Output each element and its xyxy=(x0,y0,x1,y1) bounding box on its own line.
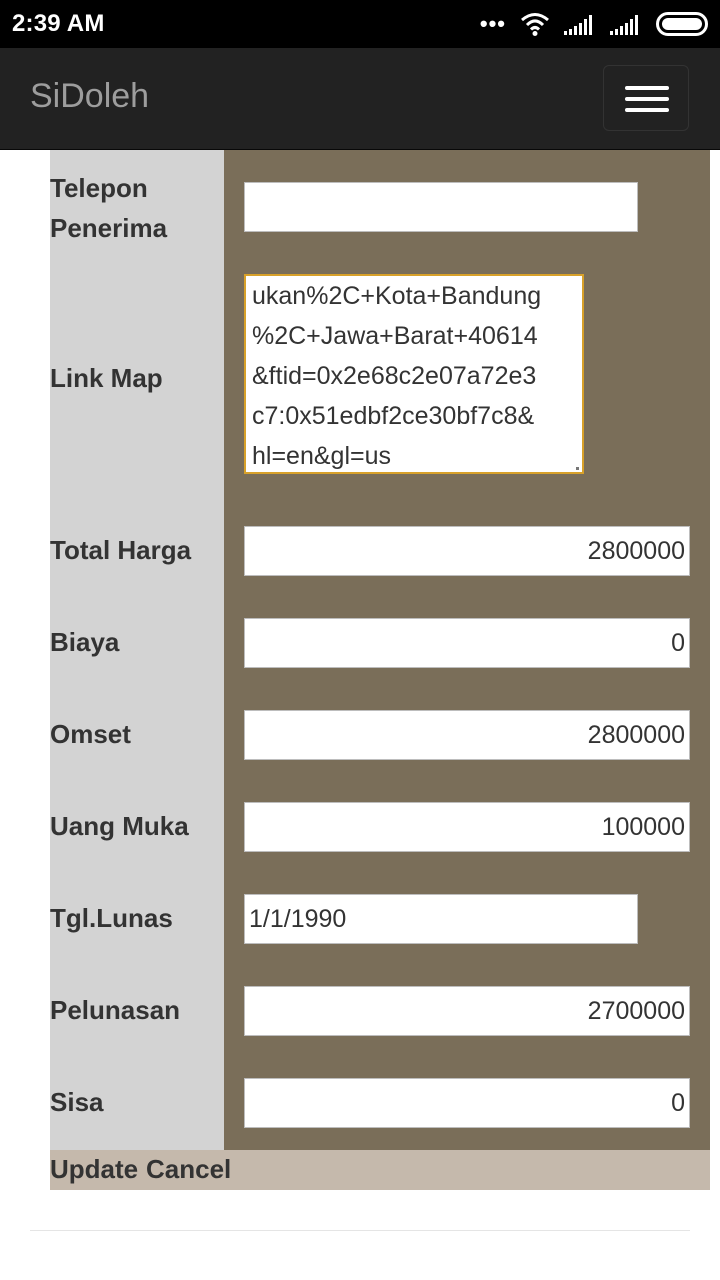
divider xyxy=(30,1230,690,1231)
link-map-line: ukan%2C+Kota+Bandung xyxy=(252,282,542,310)
uang-muka-label: Uang Muka xyxy=(50,811,189,841)
status-bar: 2:39 AM ••• xyxy=(0,0,720,48)
brand-title[interactable]: SiDoleh xyxy=(30,77,149,116)
total-harga-input[interactable]: 2800000 xyxy=(244,526,690,576)
signal-icon xyxy=(610,15,638,35)
link-map-line: c7:0x51edbf2ce30bf7c8& xyxy=(252,402,535,430)
wifi-icon xyxy=(521,13,549,36)
update-link[interactable]: Update xyxy=(50,1150,138,1188)
more-dots-icon: ••• xyxy=(479,11,506,36)
status-time: 2:39 AM xyxy=(12,10,105,37)
pelunasan-label: Pelunasan xyxy=(50,995,181,1025)
resize-grip-icon[interactable] xyxy=(576,467,579,470)
sisa-label: Sisa xyxy=(50,1087,104,1117)
tgl-lunas-input[interactable]: 1/1/1990 xyxy=(244,894,638,944)
link-map-line: %2C+Jawa+Barat+40614 xyxy=(252,322,538,350)
telepon-penerima-input[interactable] xyxy=(244,182,638,232)
link-map-textarea[interactable]: ukan%2C+Kota+Bandung %2C+Jawa+Barat+4061… xyxy=(244,274,584,474)
pelunasan-input[interactable]: 2700000 xyxy=(244,986,690,1036)
omset-input[interactable]: 2800000 xyxy=(244,710,690,760)
form-table: Telepon Penerima Link Map ukan%2C+Kota+B… xyxy=(50,150,710,1150)
menu-toggle-button[interactable] xyxy=(603,65,689,131)
hamburger-icon xyxy=(625,86,669,90)
uang-muka-input[interactable]: 100000 xyxy=(244,802,690,852)
hamburger-icon-bar xyxy=(625,97,669,101)
hamburger-icon-bar xyxy=(625,108,669,112)
battery-icon xyxy=(656,12,708,36)
telepon-penerima-label-line2: Penerima xyxy=(50,213,168,243)
biaya-input[interactable]: 0 xyxy=(244,618,690,668)
link-map-line: hl=en&gl=us xyxy=(252,442,392,470)
cancel-link[interactable]: Cancel xyxy=(146,1150,231,1188)
telepon-penerima-label: Telepon Penerima xyxy=(50,168,224,248)
signal-icon xyxy=(564,15,592,35)
sisa-input[interactable]: 0 xyxy=(244,1078,690,1128)
telepon-penerima-label-line1: Telepon xyxy=(50,173,148,203)
tgl-lunas-label: Tgl.Lunas xyxy=(50,903,173,933)
total-harga-label: Total Harga xyxy=(50,535,192,565)
status-icons: ••• xyxy=(480,12,708,36)
form-actions: Update Cancel xyxy=(50,1150,710,1190)
edit-form: Telepon Penerima Link Map ukan%2C+Kota+B… xyxy=(50,150,710,1190)
biaya-label: Biaya xyxy=(50,627,120,657)
navbar: SiDoleh xyxy=(0,48,720,150)
link-map-line: &ftid=0x2e68c2e07a72e3 xyxy=(252,362,537,390)
link-map-label: Link Map xyxy=(50,363,163,393)
omset-label: Omset xyxy=(50,719,131,749)
